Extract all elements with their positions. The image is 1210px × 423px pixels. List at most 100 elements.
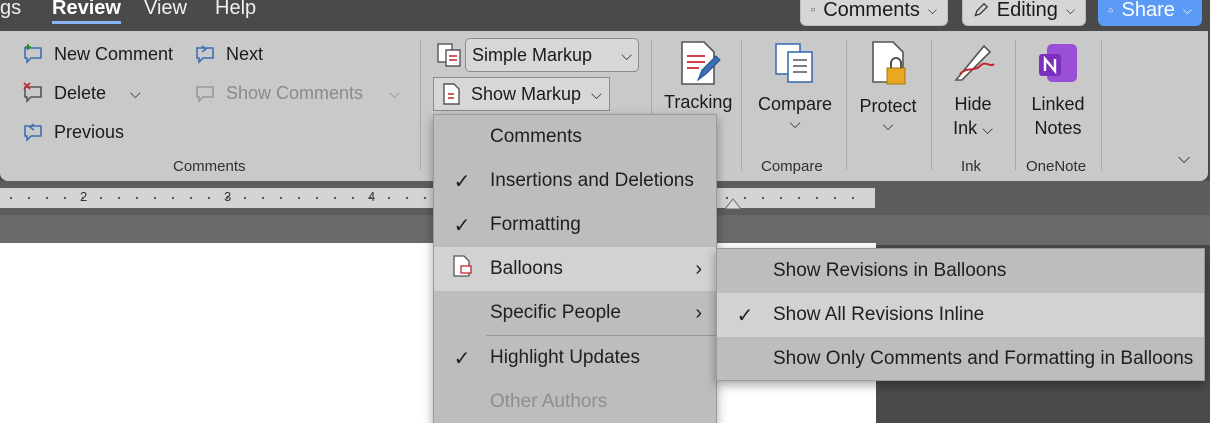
- group-divider: [420, 40, 421, 170]
- markup-document-icon: [443, 83, 460, 105]
- display-for-review-value: Simple Markup: [472, 44, 593, 65]
- chevron-down-icon: ⌵: [927, 2, 937, 17]
- chevron-down-icon[interactable]: ⌵: [130, 85, 141, 102]
- menu-item-formatting[interactable]: ✓ Formatting: [434, 203, 716, 247]
- editing-mode-button[interactable]: Editing ⌵: [962, 0, 1086, 26]
- menu-item-label: Highlight Updates: [490, 347, 640, 368]
- previous-comment-icon: [24, 123, 42, 142]
- compare-button[interactable]: Compare ⌵: [757, 40, 833, 130]
- display-for-review-icon: [437, 43, 461, 67]
- group-divider: [741, 40, 742, 170]
- menu-item-label: Show Only Comments and Formatting in Bal…: [773, 348, 1194, 369]
- chevron-down-icon: ⌵: [591, 85, 602, 102]
- next-comment-label: Next: [226, 43, 264, 64]
- menu-item-balloons[interactable]: Balloons ›: [434, 247, 716, 291]
- linked-notes-button[interactable]: Linked Notes: [1026, 40, 1090, 140]
- menu-help[interactable]: Help: [215, 0, 256, 20]
- linked-notes-line1: Linked: [1031, 94, 1085, 114]
- group-divider: [931, 40, 932, 170]
- share-label: Share: [1121, 0, 1175, 21]
- menu-item-label: Balloons: [490, 258, 563, 279]
- pencil-icon: [974, 2, 989, 17]
- tracking-label[interactable]: Tracking: [664, 90, 732, 114]
- ruler-ticks: [726, 197, 866, 199]
- ink-icon: [954, 44, 995, 81]
- checkmark-icon: ✓: [453, 347, 471, 370]
- show-markup-button[interactable]: Show Markup ⌵: [433, 77, 610, 111]
- comments-pane-button[interactable]: Comments ⌵: [800, 0, 948, 26]
- compare-icon: [775, 43, 813, 83]
- chevron-down-icon: ⌵: [1182, 2, 1192, 17]
- next-comment-button[interactable]: Next: [194, 43, 263, 65]
- delete-comment-button[interactable]: Delete ⌵: [22, 82, 141, 104]
- menu-bar: gs Review View Help Comments ⌵ Editing ⌵…: [0, 0, 1210, 30]
- menu-review[interactable]: Review: [52, 0, 121, 24]
- hide-ink-button[interactable]: Hide Ink ⌵: [946, 40, 1000, 141]
- show-comments-icon: [196, 86, 214, 103]
- menu-settings-partial[interactable]: gs: [0, 0, 21, 20]
- menu-item-label: Show Revisions in Balloons: [773, 260, 1007, 281]
- delete-comment-label: Delete: [54, 82, 107, 103]
- delete-comment-icon: [23, 82, 42, 103]
- linked-notes-line2: Notes: [1034, 118, 1082, 138]
- protect-button[interactable]: Protect ⌵: [858, 40, 918, 132]
- menu-item-label: Insertions and Deletions: [490, 170, 694, 191]
- chevron-down-icon: ⌵: [789, 115, 801, 131]
- ink-group-label: Ink: [961, 158, 982, 175]
- menu-item-show-revisions-in-balloons[interactable]: Show Revisions in Balloons: [717, 249, 1204, 293]
- menu-view[interactable]: View: [144, 0, 187, 20]
- menu-item-show-all-revisions-inline[interactable]: ✓ Show All Revisions Inline: [717, 293, 1204, 337]
- comments-group-label: Comments: [173, 158, 246, 175]
- onenote-group-label: OneNote: [1026, 158, 1087, 175]
- onenote-icon: [1039, 44, 1077, 82]
- ruler-ticks: [10, 197, 430, 199]
- menu-item-specific-people[interactable]: Specific People ›: [434, 291, 716, 335]
- previous-comment-label: Previous: [54, 121, 125, 142]
- menu-item-label: Comments: [490, 126, 582, 147]
- hide-ink-line1: Hide: [954, 94, 992, 114]
- comment-icon: [811, 8, 815, 12]
- hide-ink-line2: Ink ⌵: [953, 118, 993, 138]
- group-divider: [1101, 40, 1102, 170]
- editing-label: Editing: [996, 0, 1058, 21]
- compare-button-label: Compare: [757, 94, 833, 114]
- checkmark-icon: ✓: [736, 304, 754, 327]
- new-comment-button[interactable]: New Comment: [22, 43, 173, 65]
- share-icon: [1108, 7, 1113, 13]
- chevron-right-icon: ›: [695, 257, 702, 280]
- show-markup-label: Show Markup: [471, 83, 582, 104]
- menu-item-show-only-comments-formatting[interactable]: Show Only Comments and Formatting in Bal…: [717, 337, 1204, 381]
- display-for-review-select[interactable]: Simple Markup ⌵: [465, 38, 639, 72]
- show-markup-menu: Comments ✓ Insertions and Deletions ✓ Fo…: [433, 114, 717, 423]
- menu-item-highlight-updates[interactable]: ✓ Highlight Updates: [434, 336, 716, 380]
- compare-group-label: Compare: [761, 158, 823, 175]
- new-comment-label: New Comment: [54, 43, 174, 64]
- menu-item-insertions-deletions[interactable]: ✓ Insertions and Deletions: [434, 159, 716, 203]
- checkmark-icon: ✓: [453, 170, 471, 193]
- chevron-down-icon: ⌵: [389, 84, 400, 101]
- word-window: gs Review View Help Comments ⌵ Editing ⌵…: [0, 0, 1210, 423]
- menu-item-label: Show All Revisions Inline: [773, 304, 985, 325]
- chevron-down-icon: ⌵: [1065, 2, 1075, 17]
- right-indent-marker-icon[interactable]: [724, 196, 742, 210]
- checkmark-icon: ✓: [453, 214, 471, 237]
- show-comments-label: Show Comments: [226, 82, 364, 103]
- collapse-ribbon-icon[interactable]: ⌵: [1178, 150, 1190, 168]
- menu-item-other-authors: Other Authors: [434, 380, 716, 423]
- group-divider: [846, 40, 847, 170]
- lock-document-icon: [872, 41, 906, 85]
- chevron-right-icon: ›: [695, 301, 702, 324]
- show-comments-button[interactable]: Show Comments ⌵: [194, 82, 400, 104]
- menu-item-label: Specific People: [490, 302, 621, 323]
- share-button[interactable]: Share ⌵: [1098, 0, 1202, 26]
- chevron-down-icon: ⌵: [882, 117, 894, 133]
- balloons-icon: [434, 254, 490, 284]
- menu-item-label: Other Authors: [490, 391, 608, 412]
- protect-label: Protect: [859, 96, 917, 116]
- new-comment-icon: [24, 44, 42, 64]
- next-comment-icon: [196, 45, 214, 64]
- menu-item-comments[interactable]: Comments: [434, 115, 716, 159]
- menu-item-label: Formatting: [490, 214, 581, 235]
- chevron-down-icon: ⌵: [621, 46, 632, 63]
- previous-comment-button[interactable]: Previous: [22, 121, 124, 143]
